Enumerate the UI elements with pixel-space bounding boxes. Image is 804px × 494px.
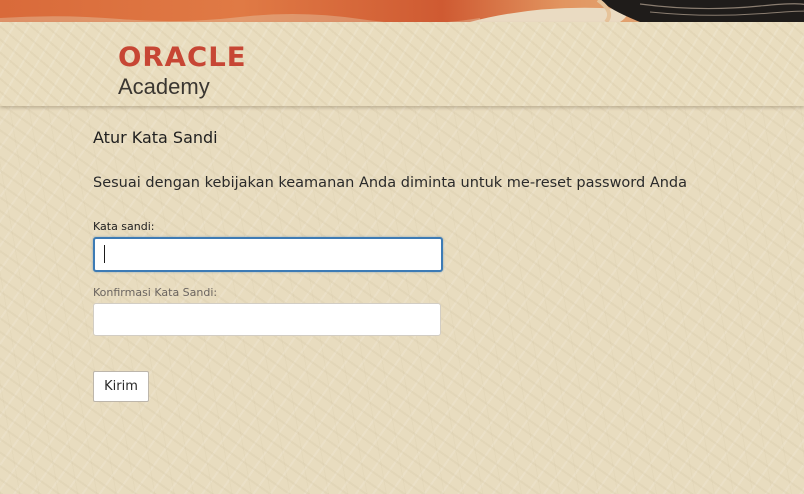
banner-pattern [0, 0, 804, 22]
confirm-password-label: Konfirmasi Kata Sandi: [93, 286, 218, 299]
password-label: Kata sandi: [93, 220, 155, 233]
oracle-academy-logo: ORACLE Academy [118, 42, 247, 101]
text-cursor [104, 245, 105, 263]
decorative-banner [0, 0, 804, 22]
confirm-password-input[interactable] [93, 303, 441, 336]
page-title: Atur Kata Sandi [93, 128, 218, 147]
oracle-wordmark: ORACLE [118, 42, 247, 73]
academy-wordmark: Academy [118, 74, 210, 99]
password-input[interactable] [93, 237, 443, 272]
reset-instruction: Sesuai dengan kebijakan keamanan Anda di… [93, 175, 688, 191]
submit-button[interactable]: Kirim [93, 371, 149, 402]
